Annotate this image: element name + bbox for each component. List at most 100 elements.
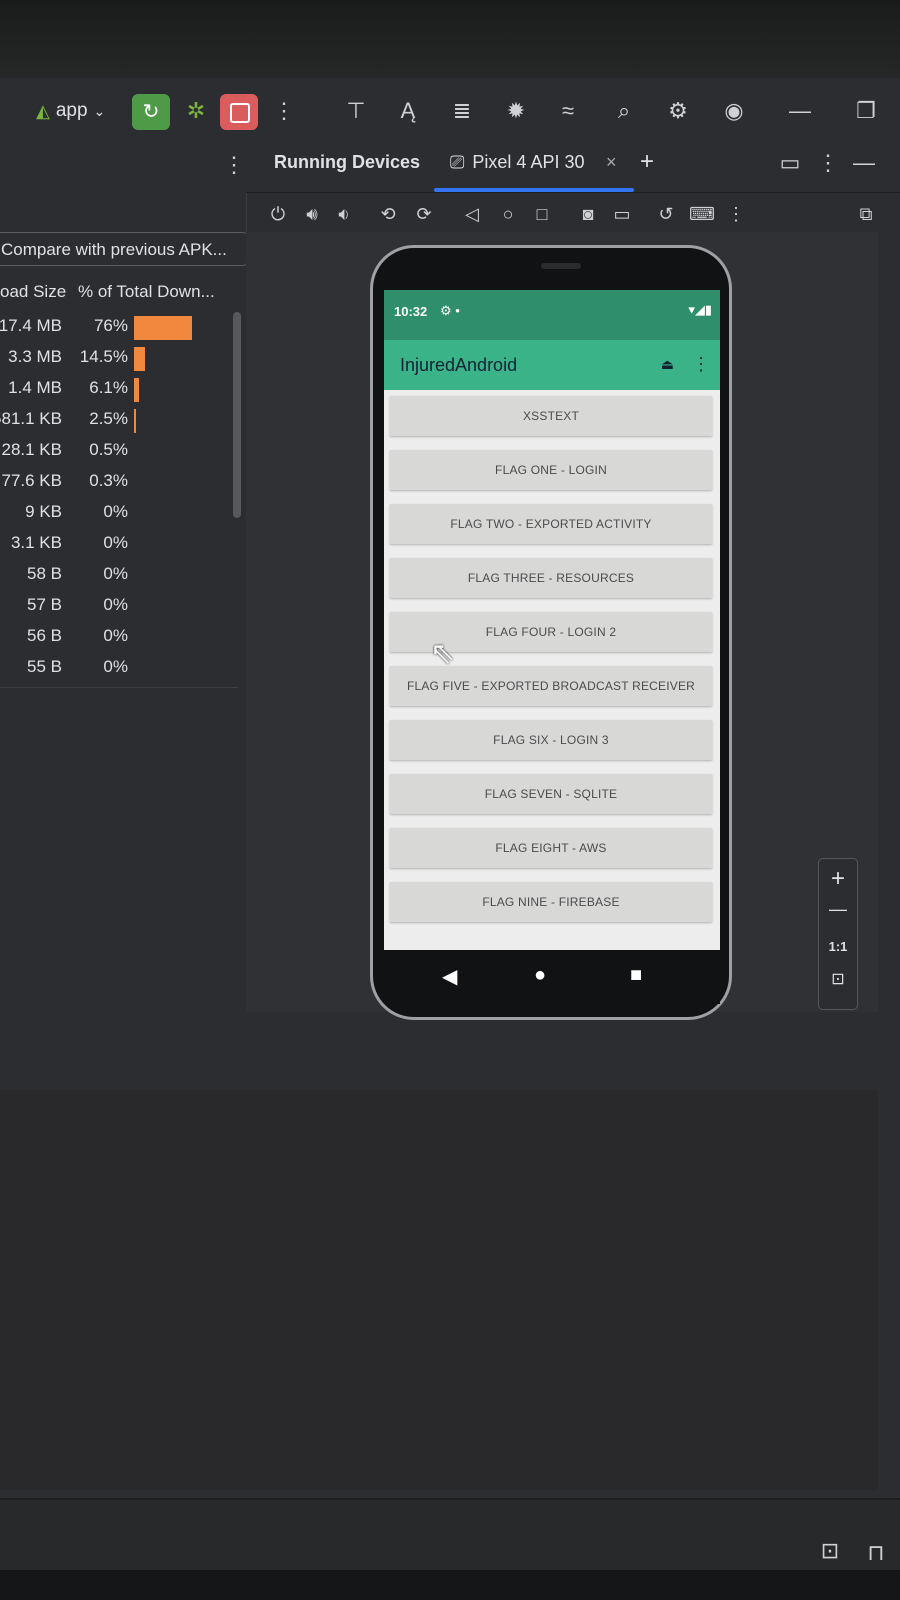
row-size: 3.3 MB (8, 347, 62, 366)
hide-panel-icon[interactable]: — (848, 148, 880, 178)
percent-bar (134, 378, 139, 402)
flag-button[interactable]: FLAG FIVE - EXPORTED BROADCAST RECEIVER (390, 666, 712, 706)
android-icon: ◭ (36, 101, 50, 121)
table-row[interactable]: 58 B 0% (0, 560, 240, 591)
profiler-icon[interactable]: ≈ (552, 96, 584, 126)
nav-back-icon[interactable]: ◀ (442, 964, 457, 989)
tabs-more-icon[interactable]: ⋮ (812, 148, 844, 178)
flag-button[interactable]: FLAG ONE - LOGIN (390, 450, 712, 490)
keyboard-icon[interactable]: ⌨ (688, 204, 716, 225)
window-layout-icon[interactable]: ▭ (774, 148, 806, 178)
table-row[interactable]: 55 B 0% (0, 653, 240, 684)
flag-button[interactable]: FLAG NINE - FIREBASE (390, 882, 712, 922)
tab-running-devices[interactable]: Running Devices (274, 152, 420, 173)
table-row[interactable]: 3.3 MB 14.5% (0, 343, 240, 374)
tab-pixel-4[interactable]: ⎚ Pixel 4 API 30 (450, 152, 584, 173)
run-button[interactable]: ↻ (132, 94, 170, 130)
row-percent: 0% (103, 564, 128, 583)
table-row[interactable]: 3.1 KB 0% (0, 529, 240, 560)
table-row[interactable]: 1.4 MB 6.1% (0, 374, 240, 405)
eject-icon[interactable]: ⏏ (661, 356, 674, 373)
snapshot-icon[interactable]: ↺ (652, 204, 680, 225)
app-bar: InjuredAndroid ⏏ ⋮ (384, 340, 720, 390)
column-header-percent[interactable]: % of Total Down... (78, 282, 215, 302)
record-icon[interactable]: ▭ (608, 204, 636, 225)
emulator-more-icon[interactable]: ⋮ (722, 204, 750, 225)
table-row[interactable]: 57 B 0% (0, 591, 240, 622)
rerun-icon: ↻ (142, 101, 160, 123)
back-icon[interactable]: ◁ (458, 204, 486, 225)
zoom-fit-icon[interactable]: ⊡ (819, 969, 857, 989)
more-vert-icon[interactable]: ⋮ (268, 96, 300, 126)
row-percent: 0% (103, 533, 128, 552)
zoom-in-icon[interactable]: + (819, 865, 857, 893)
flag-button[interactable]: FLAG TWO - EXPORTED ACTIVITY (390, 504, 712, 544)
table-row[interactable]: 581.1 KB 2.5% (0, 405, 240, 436)
extended-controls-icon[interactable]: ⧉ (852, 204, 880, 225)
nav-home-icon[interactable]: ● (534, 964, 546, 987)
flag-button[interactable]: FLAG SIX - LOGIN 3 (390, 720, 712, 760)
row-size: 57 B (27, 595, 62, 614)
logcat-icon[interactable]: ≣ (446, 96, 478, 126)
overflow-menu-icon[interactable]: ⋮ (692, 354, 710, 375)
table-row[interactable]: 56 B 0% (0, 622, 240, 653)
row-percent: 14.5% (79, 347, 128, 366)
table-row[interactable]: 17.4 MB 76% (0, 312, 240, 343)
stop-button[interactable] (220, 94, 258, 130)
power-icon[interactable]: ⏻ (264, 204, 292, 225)
phone-screen[interactable]: 10:32 ⚙ • ▾◢▮ InjuredAndroid ⏏ ⋮ XSSTEXT… (384, 290, 720, 950)
percent-bar (134, 347, 145, 371)
row-size: 56 B (27, 626, 62, 645)
overview-icon[interactable]: □ (528, 204, 556, 225)
scrollbar[interactable] (233, 312, 241, 518)
ide-status-bar (0, 1500, 900, 1570)
row-percent: 2.5% (89, 409, 128, 428)
status-signal-icon: ▾◢▮ (688, 302, 712, 317)
active-tab-indicator (434, 188, 634, 192)
table-row[interactable]: 77.6 KB 0.3% (0, 467, 240, 498)
percent-bar (134, 316, 192, 340)
monitor-top-bezel (0, 0, 900, 78)
volume-up-icon[interactable]: 🔊︎ (298, 204, 326, 225)
phone-speaker (541, 263, 581, 269)
minimize-icon[interactable]: — (784, 96, 816, 126)
layout-inspector-icon[interactable]: ⊤ (340, 96, 372, 126)
flag-button[interactable]: FLAG SEVEN - SQLITE (390, 774, 712, 814)
flag-button[interactable]: FLAG THREE - RESOURCES (390, 558, 712, 598)
translate-icon[interactable]: Ą (392, 96, 424, 126)
notifications-icon[interactable]: ⊡ (814, 1536, 846, 1566)
lower-panel (0, 1090, 878, 1490)
table-row[interactable]: 9 KB 0% (0, 498, 240, 529)
table-row[interactable]: 28.1 KB 0.5% (0, 436, 240, 467)
compare-apk-button[interactable]: Compare with previous APK... (0, 232, 248, 266)
debug-icon[interactable]: ✲ (180, 96, 212, 126)
close-tab-icon[interactable]: × (606, 152, 617, 173)
zoom-out-icon[interactable]: — (819, 899, 857, 920)
rotate-right-icon[interactable]: ⟳ (410, 204, 438, 225)
bug-icon[interactable]: ✹ (500, 96, 532, 126)
settings-icon[interactable]: ⚙ (662, 96, 694, 126)
lock-icon[interactable]: ⊓ (860, 1538, 892, 1568)
column-header-size[interactable]: oad Size (0, 282, 66, 302)
search-icon[interactable]: ⌕ (608, 96, 640, 126)
account-icon[interactable]: ◉ (718, 96, 750, 126)
percent-bar (134, 409, 136, 433)
tab-pixel-label: Pixel 4 API 30 (472, 152, 585, 172)
rotate-left-icon[interactable]: ⟲ (374, 204, 402, 225)
screenshot-icon[interactable]: ◙ (574, 204, 602, 225)
volume-down-icon[interactable]: 🔉︎ (330, 204, 358, 225)
restore-icon[interactable]: ❐ (850, 96, 882, 126)
row-percent: 76% (93, 316, 128, 335)
home-icon[interactable]: ○ (494, 204, 522, 225)
row-size: 3.1 KB (10, 533, 62, 552)
flag-button[interactable]: XSSTEXT (390, 396, 712, 436)
monitor-bottom-bezel (0, 1570, 900, 1600)
row-percent: 6.1% (89, 378, 128, 397)
zoom-actual-size[interactable]: 1:1 (819, 939, 857, 954)
run-config-selector[interactable]: ◭ app ⌄ (36, 96, 105, 126)
flag-button[interactable]: FLAG EIGHT - AWS (390, 828, 712, 868)
add-device-icon[interactable]: + (640, 148, 654, 176)
status-settings-icon: ⚙ • (440, 303, 460, 318)
nav-recents-icon[interactable]: ■ (630, 964, 642, 987)
row-size: 55 B (27, 657, 62, 676)
